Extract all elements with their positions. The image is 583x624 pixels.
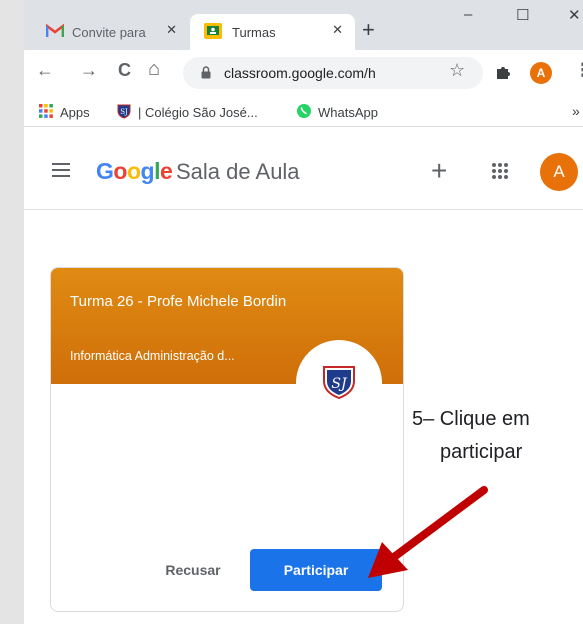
url-text[interactable]: classroom.google.com/h: [224, 65, 376, 81]
logo-letter: e: [159, 158, 173, 184]
maximize-button[interactable]: ☐: [516, 6, 529, 24]
bookmark-colegio[interactable]: SJ | Colégio São José...: [116, 103, 258, 122]
classroom-icon: [204, 22, 222, 42]
apps-grid-icon: [38, 103, 54, 122]
school-crest-icon: SJ: [320, 363, 358, 406]
bookmark-star-icon[interactable]: ☆: [449, 60, 465, 81]
logo-letter: o: [126, 158, 141, 184]
tab-gmail[interactable]: Convite para ✕: [24, 14, 189, 50]
tab-classroom[interactable]: Turmas ✕: [190, 14, 355, 50]
reload-button[interactable]: C: [118, 60, 131, 81]
red-arrow-icon: [360, 484, 490, 589]
decline-button[interactable]: Recusar: [147, 549, 239, 591]
close-icon[interactable]: ✕: [332, 22, 343, 38]
close-icon[interactable]: ✕: [166, 22, 177, 38]
gmail-icon: [45, 23, 65, 41]
back-button[interactable]: ←: [36, 60, 54, 81]
bookmark-label: Apps: [60, 105, 90, 120]
class-subtitle: Informática Administração d...: [70, 349, 235, 363]
create-join-class-button[interactable]: +: [431, 155, 447, 187]
instruction-text-line2: participar: [440, 441, 523, 463]
puzzle-icon[interactable]: [495, 64, 511, 85]
apps-launcher-icon[interactable]: [491, 162, 509, 185]
bookmark-label: WhatsApp: [318, 105, 378, 120]
logo-letter: g: [140, 158, 155, 184]
logo-letter: G: [96, 158, 114, 184]
browser-menu-button[interactable]: ⋮: [574, 60, 583, 81]
tab-title: Convite para: [72, 24, 146, 40]
left-margin: [0, 0, 24, 624]
close-window-button[interactable]: ✕: [568, 6, 581, 24]
app-name: Sala de Aula: [176, 159, 300, 184]
logo-letter: o: [113, 158, 127, 184]
class-title[interactable]: Turma 26 - Profe Michele Bordin: [70, 293, 286, 310]
instruction-text-line1: 5– Clique em: [412, 408, 530, 430]
user-avatar[interactable]: A: [540, 153, 578, 191]
school-crest-icon: SJ: [116, 103, 132, 122]
bookmarks-overflow-button[interactable]: »: [572, 103, 580, 119]
hamburger-menu-icon[interactable]: [52, 163, 72, 182]
profile-avatar[interactable]: A: [530, 62, 552, 84]
whatsapp-icon: [296, 103, 312, 122]
bookmark-label: | Colégio São José...: [138, 105, 258, 120]
svg-text:SJ: SJ: [120, 108, 128, 116]
bookmark-apps[interactable]: Apps: [38, 103, 90, 122]
bookmark-whatsapp[interactable]: WhatsApp: [296, 103, 378, 122]
lock-icon: [201, 66, 211, 84]
new-tab-button[interactable]: +: [362, 17, 375, 43]
svg-text:SJ: SJ: [331, 376, 348, 392]
google-logo: Google: [96, 158, 173, 185]
home-button[interactable]: ⌂: [148, 58, 160, 81]
forward-button[interactable]: →: [80, 60, 98, 81]
minimize-button[interactable]: –: [464, 6, 472, 23]
tab-title: Turmas: [232, 24, 276, 40]
